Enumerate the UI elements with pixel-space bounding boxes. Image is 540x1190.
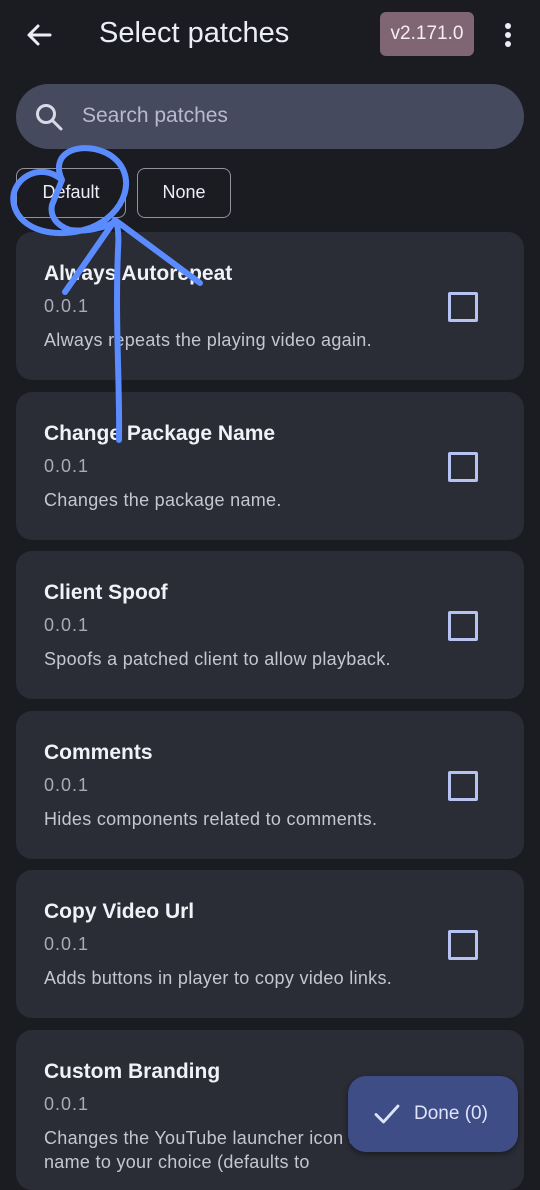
patch-version: 0.0.1 <box>44 1094 90 1114</box>
patch-description: Spoofs a patched client to allow playbac… <box>44 649 391 669</box>
patch-card[interactable]: Change Package Name 0.0.1 Changes the pa… <box>16 392 524 540</box>
patch-checkbox[interactable] <box>448 611 478 641</box>
patch-checkbox[interactable] <box>448 452 478 482</box>
back-button[interactable] <box>18 14 60 56</box>
page-title: Select patches <box>99 17 290 49</box>
search-bar[interactable] <box>16 84 524 149</box>
none-filter-button[interactable]: None <box>137 168 231 218</box>
top-app-bar: Select patches v2.171.0 <box>0 0 540 68</box>
patch-card[interactable]: Always Autorepeat 0.0.1 Always repeats t… <box>16 232 524 380</box>
patch-name: Change Package Name <box>44 422 276 445</box>
patch-checkbox[interactable] <box>448 930 478 960</box>
patch-version: 0.0.1 <box>44 775 90 795</box>
done-button-label: Done (0) <box>414 1103 488 1124</box>
arrow-back-icon <box>27 24 52 46</box>
patch-checkbox[interactable] <box>448 292 478 322</box>
patch-card[interactable]: Comments 0.0.1 Hides components related … <box>16 711 524 859</box>
version-badge[interactable]: v2.171.0 <box>380 12 474 56</box>
patch-description: Changes the package name. <box>44 490 282 510</box>
patch-name: Always Autorepeat <box>44 262 233 285</box>
check-icon <box>374 1104 400 1124</box>
patch-checkbox[interactable] <box>448 771 478 801</box>
patch-name: Client Spoof <box>44 581 168 604</box>
patch-description: Adds buttons in player to copy video lin… <box>44 968 393 988</box>
patch-card[interactable]: Copy Video Url 0.0.1 Adds buttons in pla… <box>16 870 524 1018</box>
patch-version: 0.0.1 <box>44 296 90 316</box>
more-vert-icon <box>505 23 511 47</box>
done-button[interactable]: Done (0) <box>348 1076 518 1152</box>
patch-card[interactable]: Client Spoof 0.0.1 Spoofs a patched clie… <box>16 551 524 699</box>
patch-description: Always repeats the playing video again. <box>44 330 372 350</box>
patch-description: Hides components related to comments. <box>44 809 378 829</box>
default-filter-button[interactable]: Default <box>16 168 126 218</box>
more-options-button[interactable] <box>490 14 526 56</box>
patch-version: 0.0.1 <box>44 934 90 954</box>
patch-version: 0.0.1 <box>44 456 90 476</box>
patch-name: Copy Video Url <box>44 900 195 923</box>
search-icon <box>36 104 63 131</box>
search-input[interactable] <box>82 96 502 136</box>
patch-name: Comments <box>44 741 153 764</box>
patch-version: 0.0.1 <box>44 615 90 635</box>
patch-name: Custom Branding <box>44 1060 221 1083</box>
